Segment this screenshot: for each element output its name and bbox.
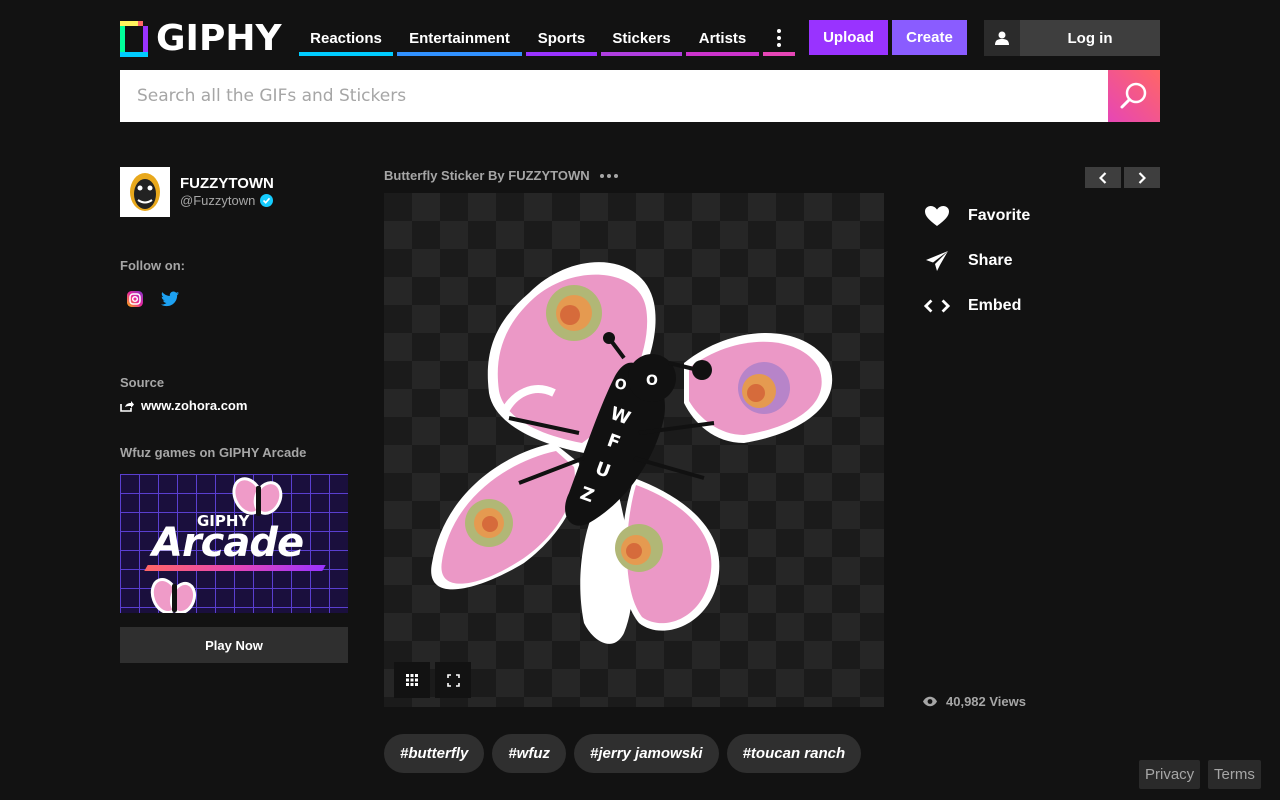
- next-gif-button[interactable]: [1124, 167, 1160, 188]
- arcade-underline: [144, 565, 326, 571]
- terms-link[interactable]: Terms: [1208, 760, 1261, 789]
- fuzzytown-avatar-icon: [130, 173, 160, 211]
- avatar[interactable]: [120, 167, 170, 217]
- chevron-right-icon: [1138, 171, 1146, 184]
- grid-icon: [406, 674, 418, 686]
- fullscreen-button[interactable]: [435, 662, 471, 698]
- create-button[interactable]: Create: [892, 20, 967, 55]
- nav-reactions[interactable]: Reactions: [299, 20, 393, 56]
- paper-plane-icon: [924, 248, 950, 274]
- main-nav: Reactions Entertainment Sports Stickers …: [299, 20, 799, 56]
- user-icon: [984, 20, 1020, 56]
- instagram-icon[interactable]: [126, 290, 144, 308]
- login-label: Log in: [1067, 29, 1113, 47]
- arcade-title-text: Arcade: [152, 520, 304, 566]
- tag-jerry-jamowski[interactable]: #jerry jamowski: [574, 734, 719, 773]
- source-link[interactable]: www.zohora.com: [120, 398, 247, 413]
- follow-on-label: Follow on:: [120, 258, 185, 273]
- svg-text:O: O: [646, 373, 658, 389]
- nav-artists[interactable]: Artists: [686, 20, 759, 56]
- nav-entertainment[interactable]: Entertainment: [397, 20, 522, 56]
- search-bar: [120, 70, 1160, 122]
- search-icon: [1120, 82, 1147, 109]
- embed-label: Embed: [968, 297, 1022, 314]
- code-icon: [924, 293, 950, 319]
- arcade-banner[interactable]: GIPHY Arcade: [120, 474, 348, 613]
- login-button[interactable]: Log in: [984, 20, 1160, 56]
- search-button[interactable]: [1108, 70, 1160, 122]
- fullscreen-icon: [446, 673, 460, 687]
- nav-stickers[interactable]: Stickers: [601, 20, 682, 56]
- user-handle-row[interactable]: @Fuzzytown: [180, 193, 274, 208]
- views-count-row: 40,982 Views: [922, 694, 1026, 709]
- gif-title: Butterfly Sticker By FUZZYTOWN: [384, 168, 590, 183]
- twitter-icon[interactable]: [161, 290, 179, 308]
- verified-icon: [260, 194, 274, 207]
- tag-wfuz[interactable]: #wfuz: [492, 734, 567, 773]
- grid-view-button[interactable]: [394, 662, 430, 698]
- giphy-logo[interactable]: GIPHY: [120, 20, 282, 58]
- nav-more-button[interactable]: [763, 20, 795, 56]
- favorite-button[interactable]: Favorite: [924, 203, 1030, 229]
- play-now-button[interactable]: Play Now: [120, 627, 348, 663]
- tags-list: #butterfly #wfuz #jerry jamowski #toucan…: [384, 734, 862, 773]
- nav-sports[interactable]: Sports: [526, 20, 597, 56]
- tag-toucan-ranch[interactable]: #toucan ranch: [726, 734, 862, 773]
- user-name[interactable]: FUZZYTOWN: [180, 175, 274, 192]
- views-count: 40,982 Views: [946, 694, 1026, 709]
- butterfly-sticker-image: O O W F U Z: [431, 262, 833, 644]
- user-handle: @Fuzzytown: [180, 193, 256, 208]
- eye-icon: [923, 696, 937, 707]
- share-label: Share: [968, 252, 1013, 269]
- giphy-logo-mark-icon: [120, 21, 148, 57]
- privacy-link[interactable]: Privacy: [1139, 760, 1201, 789]
- more-vertical-icon: [777, 29, 781, 47]
- arcade-label: Wfuz games on GIPHY Arcade: [120, 445, 307, 460]
- source-label: Source: [120, 375, 165, 390]
- gif-title-row: Butterfly Sticker By FUZZYTOWN: [384, 168, 618, 183]
- external-link-icon: [120, 400, 134, 412]
- logo-text: GIPHY: [156, 18, 282, 59]
- more-options-icon[interactable]: [599, 173, 618, 178]
- heart-icon: [924, 203, 950, 229]
- tag-butterfly[interactable]: #butterfly: [384, 734, 485, 773]
- gif-viewer[interactable]: O O W F U Z: [384, 193, 884, 707]
- embed-button[interactable]: Embed: [924, 293, 1021, 319]
- chevron-left-icon: [1099, 171, 1107, 184]
- source-url: www.zohora.com: [141, 398, 248, 413]
- share-button[interactable]: Share: [924, 248, 1012, 274]
- search-input[interactable]: [120, 70, 1108, 122]
- butterfly-mini-icon: [150, 578, 197, 613]
- previous-gif-button[interactable]: [1085, 167, 1121, 188]
- favorite-label: Favorite: [968, 207, 1031, 224]
- upload-button[interactable]: Upload: [809, 20, 888, 55]
